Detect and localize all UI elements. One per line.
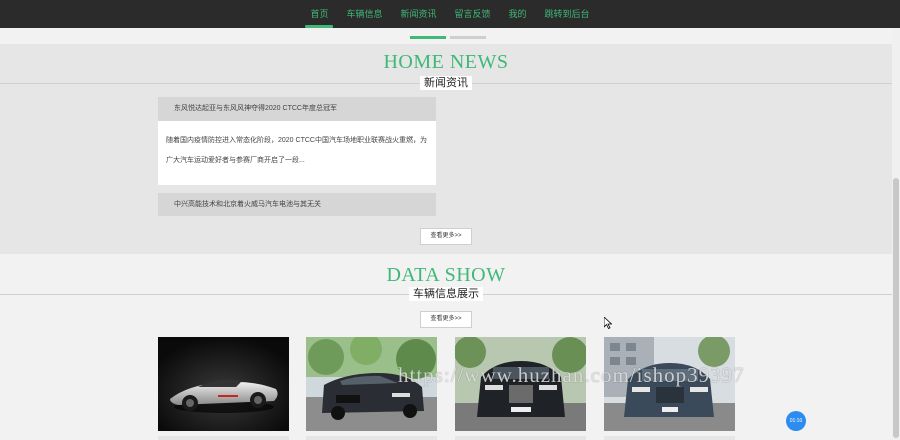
mouse-cursor-icon <box>604 317 612 329</box>
car-card[interactable] <box>306 337 437 440</box>
carousel-dot-active[interactable] <box>410 36 446 39</box>
news-featured-summary: 随着国内疫情防控进入常态化阶段，2020 CTCC中国汽车场地职业联赛战火重燃，… <box>166 137 427 164</box>
news-featured-body[interactable]: 随着国内疫情防控进入常态化阶段，2020 CTCC中国汽车场地职业联赛战火重燃，… <box>158 121 436 185</box>
data-show-subtitle: 车辆信息展示 <box>409 287 483 301</box>
news-title: HOME NEWS <box>383 51 509 73</box>
news-featured-headline[interactable]: 东风悦达起亚与东风风神夺得2020 CTCC年度总冠军 <box>158 97 436 121</box>
timer-badge[interactable]: 01:10 <box>786 411 806 431</box>
car-card[interactable] <box>455 337 586 440</box>
car-caption-bar <box>306 436 437 440</box>
news-subtitle-row: 新闻资讯 <box>0 76 892 90</box>
data-show-title: DATA SHOW <box>386 264 506 286</box>
car-caption-bar <box>455 436 586 440</box>
car-image[interactable] <box>158 337 289 431</box>
nav-vehicle-info[interactable]: 车辆信息 <box>337 0 391 28</box>
car-card[interactable] <box>158 337 289 440</box>
data-show-subtitle-row: 车辆信息展示 <box>0 287 892 301</box>
car-card[interactable] <box>604 337 735 440</box>
scrollbar-thumb[interactable] <box>893 178 899 438</box>
nav-admin[interactable]: 跳转到后台 <box>536 0 599 28</box>
data-show-more-button[interactable]: 查看更多>> <box>420 311 472 328</box>
nav-news[interactable]: 新闻资讯 <box>391 0 445 28</box>
carousel-dot[interactable] <box>450 36 486 39</box>
news-more-button[interactable]: 查看更多>> <box>420 228 472 245</box>
news-subtitle: 新闻资讯 <box>420 76 472 90</box>
nav-home[interactable]: 首页 <box>301 0 337 28</box>
car-caption-bar <box>158 436 289 440</box>
news-item-headline[interactable]: 中兴高能技术和北京着火威马汽车电池与其无关 <box>158 193 436 216</box>
nav-feedback[interactable]: 留言反馈 <box>446 0 500 28</box>
car-caption-bar <box>604 436 735 440</box>
main-nav: 首页 车辆信息 新闻资讯 留言反馈 我的 跳转到后台 <box>0 0 900 28</box>
watermark-text: https://www.huzhan.com/ishop39397 <box>398 363 745 387</box>
page-scrollbar[interactable] <box>892 28 900 440</box>
nav-my[interactable]: 我的 <box>500 0 536 28</box>
carousel-indicators <box>410 36 490 39</box>
